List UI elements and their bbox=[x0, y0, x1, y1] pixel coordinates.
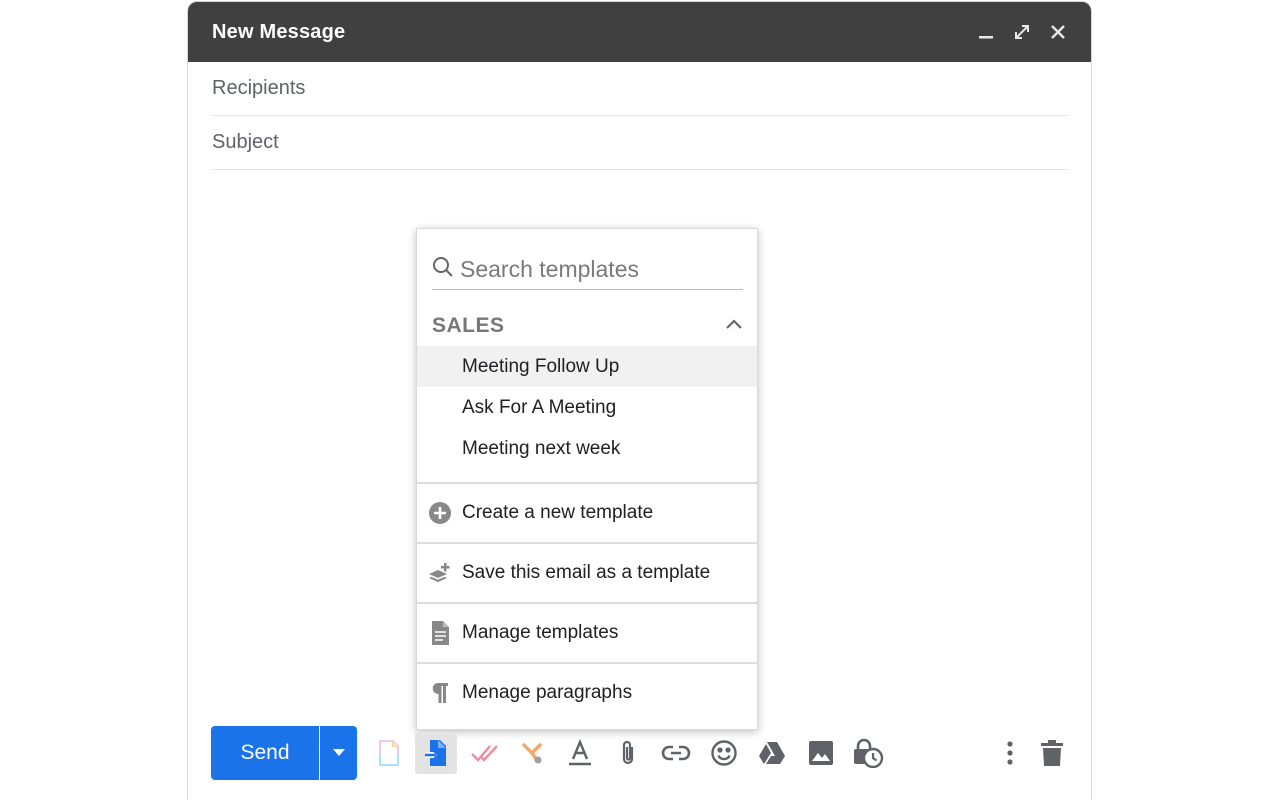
save-as-template-item[interactable]: Save this email as a template bbox=[417, 544, 757, 602]
recipients-input[interactable] bbox=[212, 77, 1068, 100]
compose-title: New Message bbox=[212, 20, 346, 43]
read-receipt-icon[interactable] bbox=[464, 732, 506, 774]
template-item[interactable]: Meeting Follow Up bbox=[417, 346, 757, 387]
manage-templates-item[interactable]: Manage templates bbox=[417, 604, 757, 662]
compose-title-bar[interactable]: New Message bbox=[188, 2, 1091, 62]
manage-templates-label: Manage templates bbox=[462, 622, 619, 643]
template-search bbox=[432, 249, 743, 290]
close-icon[interactable] bbox=[1047, 21, 1069, 43]
trash-icon[interactable] bbox=[1031, 732, 1073, 774]
manage-paragraphs-item[interactable]: Menage paragraphs bbox=[417, 664, 757, 722]
sequence-icon[interactable] bbox=[511, 732, 553, 774]
manage-paragraphs-label: Menage paragraphs bbox=[462, 682, 633, 703]
search-templates-input[interactable] bbox=[460, 255, 730, 283]
more-options-icon[interactable] bbox=[989, 732, 1031, 774]
recipients-row bbox=[212, 62, 1068, 116]
send-options-button[interactable] bbox=[320, 726, 357, 780]
link-icon[interactable] bbox=[655, 732, 697, 774]
text-format-icon[interactable] bbox=[559, 732, 601, 774]
minimize-icon[interactable] bbox=[975, 21, 997, 43]
templates-menu: SALES Meeting Follow Up Ask For A Meetin… bbox=[416, 228, 758, 730]
caret-down-icon bbox=[332, 744, 345, 762]
image-icon[interactable] bbox=[800, 732, 842, 774]
pilcrow-icon bbox=[417, 681, 462, 705]
template-item[interactable]: Ask For A Meeting bbox=[417, 387, 757, 428]
window-controls bbox=[975, 21, 1069, 43]
emoji-icon[interactable] bbox=[703, 732, 745, 774]
subject-row bbox=[212, 116, 1068, 170]
document-icon bbox=[417, 620, 462, 646]
lock-clock-icon[interactable] bbox=[847, 732, 889, 774]
create-template-label: Create a new template bbox=[462, 502, 654, 523]
search-icon bbox=[432, 256, 454, 283]
chevron-up-icon[interactable] bbox=[724, 314, 744, 339]
insert-template-icon[interactable] bbox=[415, 732, 457, 774]
add-circle-icon bbox=[417, 501, 462, 525]
expand-icon[interactable] bbox=[1011, 21, 1033, 43]
compose-toolbar: Send bbox=[211, 726, 1071, 780]
layers-add-icon bbox=[417, 561, 462, 585]
section-label: SALES bbox=[432, 314, 505, 337]
drive-icon[interactable] bbox=[751, 732, 793, 774]
template-item[interactable]: Meeting next week bbox=[417, 428, 757, 469]
create-template-item[interactable]: Create a new template bbox=[417, 484, 757, 542]
notes-icon[interactable] bbox=[368, 732, 410, 774]
section-header-sales[interactable]: SALES bbox=[432, 313, 744, 339]
paperclip-icon[interactable] bbox=[607, 732, 649, 774]
send-button[interactable]: Send bbox=[211, 726, 319, 780]
save-template-label: Save this email as a template bbox=[462, 562, 711, 583]
subject-input[interactable] bbox=[212, 131, 1068, 154]
